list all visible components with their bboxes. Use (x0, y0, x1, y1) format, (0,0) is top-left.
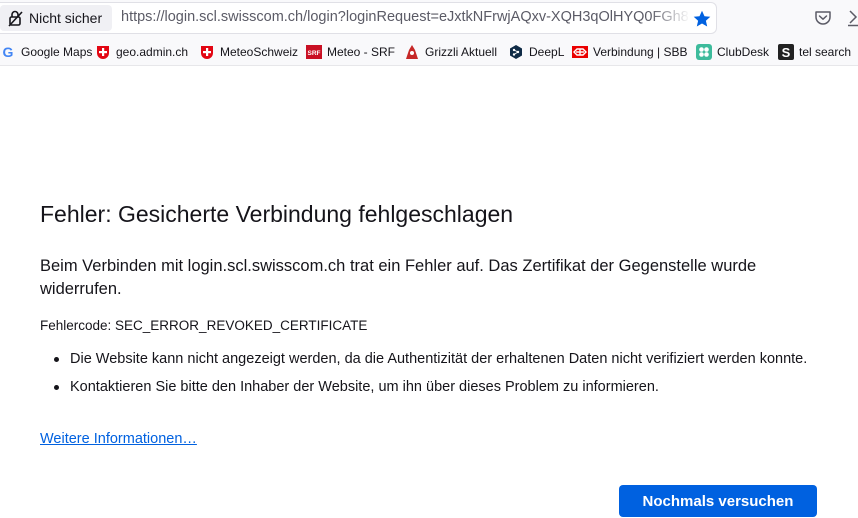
not-secure-label: Nicht sicher (29, 10, 103, 26)
deepl-icon (510, 45, 522, 59)
error-description: Beim Verbinden mit login.scl.swisscom.ch… (40, 257, 757, 298)
bookmark-meteo-srf[interactable]: SRF Meteo - SRF (306, 42, 395, 62)
tel-search-icon: S (778, 44, 794, 60)
site-identity-button[interactable]: Nicht sicher (0, 5, 112, 31)
bookmark-grizzli[interactable]: Grizzli Aktuell (404, 42, 497, 62)
browser-toolbar: Nicht sicher https://login.scl.swisscom.… (0, 0, 858, 38)
bookmark-deepl[interactable]: DeepL (508, 42, 564, 62)
error-page: Fehler: Gesicherte Verbindung fehlgeschl… (0, 66, 858, 518)
bookmark-label: geo.admin.ch (116, 45, 189, 59)
error-reason-item: Kontaktieren Sie bitte den Inhaber der W… (40, 378, 820, 397)
url-text[interactable]: https://login.scl.swisscom.ch/login?logi… (121, 9, 689, 25)
bookmark-label: Meteo - SRF (327, 45, 396, 59)
error-reasons-list: Die Website kann nicht angezeigt werden,… (40, 350, 820, 406)
bookmark-geo-admin[interactable]: geo.admin.ch (95, 42, 188, 62)
pocket-icon[interactable] (814, 9, 832, 27)
bookmark-label: Grizzli Aktuell (425, 45, 498, 59)
download-icon[interactable] (846, 9, 858, 27)
bookmark-meteoschweiz[interactable]: MeteoSchweiz (199, 42, 298, 62)
clubdesk-icon (696, 44, 712, 60)
google-maps-icon: G (3, 44, 14, 60)
url-fade (650, 3, 690, 33)
bookmark-label: Google Maps (21, 45, 93, 59)
srf-icon: SRF (306, 45, 322, 59)
bookmark-star-icon[interactable] (692, 9, 712, 29)
bookmark-tel-search[interactable]: S tel search (778, 42, 851, 62)
swiss-cross-icon (97, 46, 109, 59)
bookmark-label: ClubDesk (717, 45, 770, 59)
svg-text:SRF: SRF (308, 50, 321, 57)
bookmark-google-maps[interactable]: G Google Maps (0, 42, 93, 62)
error-title: Fehler: Gesicherte Verbindung fehlgeschl… (40, 201, 514, 227)
bookmark-sbb[interactable]: Verbindung | SBB (572, 42, 688, 62)
insecure-lock-icon (8, 10, 23, 27)
grizzli-icon (406, 45, 418, 59)
swiss-cross-icon (201, 46, 213, 59)
bookmark-label: DeepL (529, 45, 565, 59)
learn-more-link[interactable]: Weitere Informationen… (40, 431, 197, 447)
bookmark-label: tel search (799, 45, 852, 59)
bookmarks-toolbar: G Google Maps geo.admin.ch MeteoSchweiz … (0, 38, 858, 66)
url-bar[interactable]: Nicht sicher https://login.scl.swisscom.… (0, 2, 717, 34)
bookmark-label: Verbindung | SBB (593, 45, 688, 59)
sbb-icon (572, 46, 588, 58)
bookmark-clubdesk[interactable]: ClubDesk (696, 42, 769, 62)
error-code: Fehlercode: SEC_ERROR_REVOKED_CERTIFICAT… (40, 318, 368, 333)
bookmark-label: MeteoSchweiz (220, 45, 299, 59)
svg-text:G: G (3, 44, 14, 60)
svg-text:S: S (782, 45, 791, 60)
error-reason-item: Die Website kann nicht angezeigt werden,… (40, 350, 820, 369)
retry-button[interactable]: Nochmals versuchen (619, 485, 817, 517)
